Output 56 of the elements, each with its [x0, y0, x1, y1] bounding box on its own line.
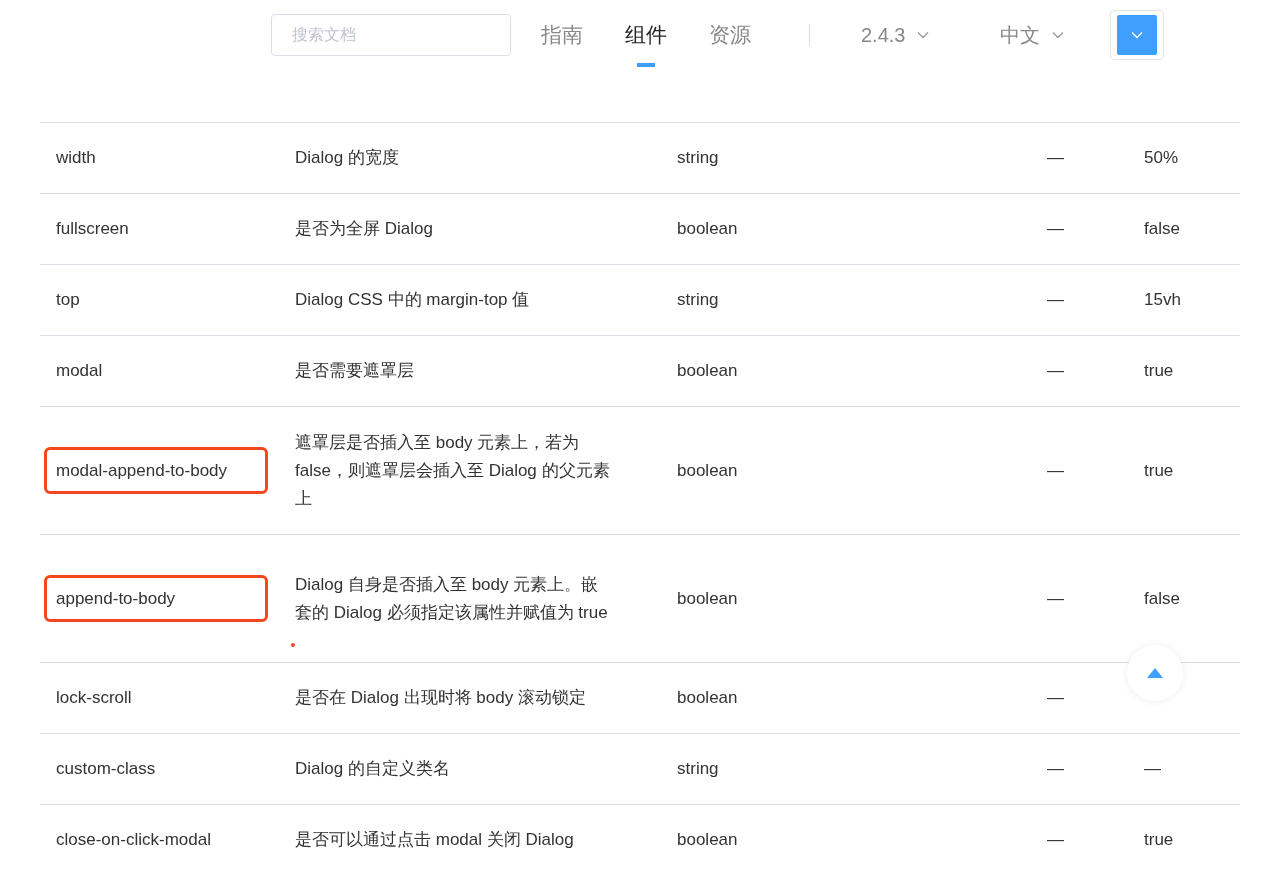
table-cell: — — [1047, 460, 1064, 480]
table-cell-text: 遮罩层是否插入至 body 元素上，若为 false，则遮罩层会插入至 Dialog 的父元素上 — [295, 431, 610, 510]
table-cell-text: 是否为全屏 Dialog — [295, 218, 434, 240]
table-cell: false — [1144, 219, 1180, 239]
table-cell-text: Dialog 的宽度 — [295, 147, 400, 169]
table-cell: true — [1144, 830, 1174, 850]
table-cell-text: 是否在 Dialog 出现时将 body 滚动锁定 — [295, 687, 587, 709]
table-cell: string — [677, 759, 719, 779]
nav-link[interactable]: 组件 — [625, 0, 667, 70]
chevron-down-icon — [1131, 31, 1144, 39]
search-field[interactable]: 搜索文档 — [271, 14, 511, 56]
language-dropdown[interactable]: 中文 — [1000, 20, 1065, 50]
table-cell: boolean — [677, 219, 738, 239]
table-cell: boolean — [677, 688, 738, 708]
nav-link[interactable]: 资源 — [709, 0, 751, 70]
table-cell: boolean — [677, 830, 738, 850]
theme-button[interactable] — [1110, 10, 1165, 60]
table-cell: — — [1047, 290, 1064, 310]
table-cell: — — [1047, 688, 1064, 708]
table-cell-text: lock-scroll — [55, 687, 133, 710]
table-cell: true — [1144, 460, 1174, 480]
table-cell: — — [1047, 148, 1064, 168]
table-cell-text: Dialog 的自定义类名 — [295, 758, 451, 780]
table-cell: — — [1047, 219, 1064, 239]
table-cell: string — [677, 290, 719, 310]
table-cell-text: close-on-click-modal — [55, 829, 212, 852]
table-cell: boolean — [677, 460, 738, 480]
table-cell: 15vh — [1144, 290, 1181, 310]
table-cell-text: width — [55, 147, 97, 170]
table-cell: — — [1047, 588, 1064, 608]
highlighted-cell: append-to-body — [44, 574, 268, 623]
table-cell-text: fullscreen — [55, 218, 130, 241]
table-cell: — — [1047, 830, 1064, 850]
table-cell-text: 是否需要遮罩层 — [295, 360, 415, 382]
version-dropdown[interactable]: 2.4.3 — [861, 20, 930, 50]
table-cell: false — [1144, 588, 1180, 608]
table-cell-text: 是否可以通过点击 modal 关闭 Dialog — [295, 829, 575, 851]
table-cell: — — [1047, 361, 1064, 381]
table-cell-text: custom-class — [55, 758, 157, 781]
chevron-down-icon — [1052, 31, 1065, 39]
chevron-down-icon — [917, 31, 930, 39]
highlighted-cell: modal-append-to-body — [44, 446, 268, 495]
table-cell-text: modal — [55, 360, 104, 383]
active-indicator — [637, 63, 655, 67]
table-cell: boolean — [677, 588, 738, 608]
table-cell-text: Dialog CSS 中的 margin-top 值 — [295, 289, 531, 311]
table-cell: string — [677, 148, 719, 168]
table-cell-text: Dialog 自身是否插入至 body 元素上。嵌套的 Dialog 必须指定该属性并赋值为 true — [295, 573, 609, 624]
table-cell-text: top — [55, 289, 81, 312]
table-cell: — — [1047, 759, 1064, 779]
nav-link[interactable]: 指南 — [541, 0, 583, 70]
table-cell: — — [1144, 759, 1161, 779]
table-cell: boolean — [677, 361, 738, 381]
table-cell: true — [1144, 361, 1174, 381]
table-cell: 50% — [1144, 148, 1179, 168]
caret-up-icon — [1147, 668, 1163, 678]
